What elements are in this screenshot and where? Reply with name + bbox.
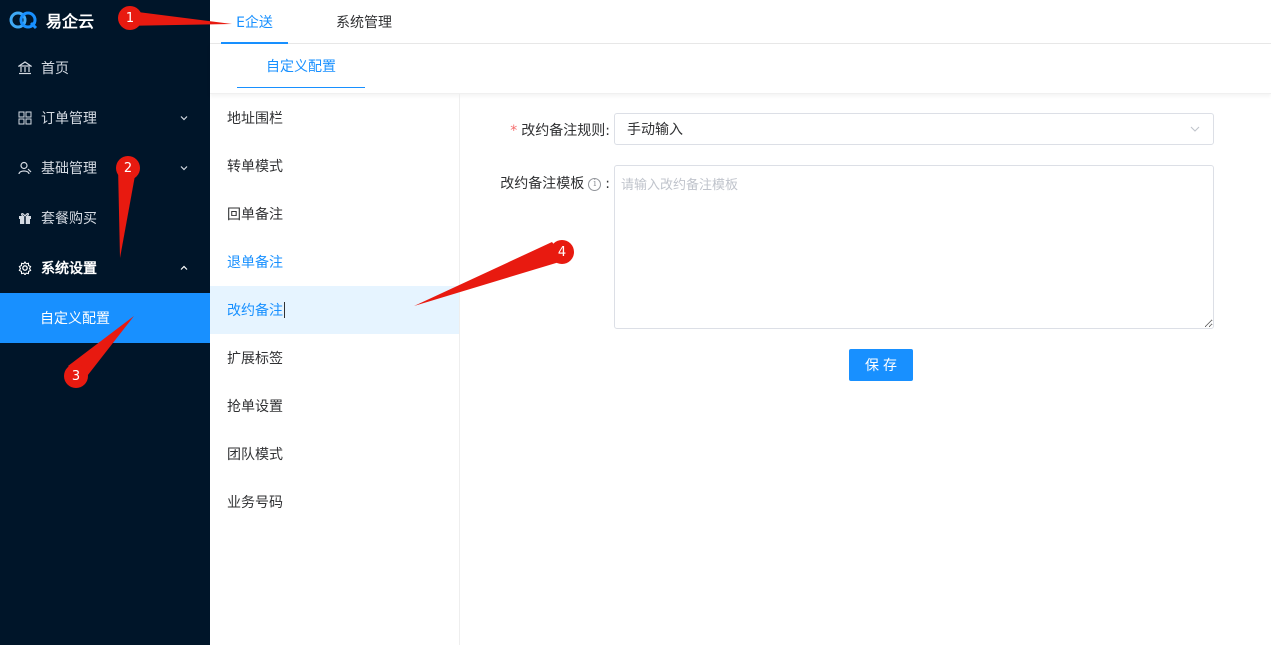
annotation-badge-4: 4 [550,240,574,264]
bank-icon [18,61,32,75]
sidebar-item-label: 订单管理 [41,111,97,127]
sidebar-item-label: 基础管理 [41,161,97,177]
rule-label: * 改约备注规则: [470,120,610,140]
text-cursor [284,302,285,318]
sidebar-item-orders[interactable]: 订单管理 [0,93,210,143]
settings-item-team-mode[interactable]: 团队模式 [210,430,459,478]
template-label-colon: : [605,176,610,192]
sidebar: 易企云 首页 订单管理 基础管理 套餐购买 系统设置 自定义配置 [0,0,210,645]
select-value: 手动输入 [627,122,683,138]
settings-item-grab-order[interactable]: 抢单设置 [210,382,459,430]
gear-icon [18,261,32,275]
template-label: 改约备注模板 i: [460,173,610,193]
chevron-down-icon [178,162,190,174]
app-name: 易企云 [46,12,95,31]
gift-icon [18,211,32,225]
settings-item-return-note[interactable]: 回单备注 [210,190,459,238]
settings-item-label: 改约备注 [227,303,283,319]
logo[interactable]: 易企云 [0,0,210,40]
settings-item-label: 团队模式 [227,447,283,463]
settings-item-cancel-note[interactable]: 退单备注 [210,238,459,286]
settings-item-address-fence[interactable]: 地址围栏 [210,94,459,142]
settings-item-label: 扩展标签 [227,351,283,367]
info-icon[interactable]: i [588,177,602,191]
settings-item-label: 转单模式 [227,159,283,175]
settings-item-label: 业务号码 [227,495,283,511]
tab-system-management[interactable]: 系统管理 [320,0,408,44]
sidebar-item-basic[interactable]: 基础管理 [0,143,210,193]
tab-custom-config[interactable]: 自定义配置 [237,44,365,88]
settings-item-business-number[interactable]: 业务号码 [210,478,459,526]
settings-item-extended-tags[interactable]: 扩展标签 [210,334,459,382]
sidebar-item-packages[interactable]: 套餐购买 [0,193,210,243]
settings-list: 地址围栏 转单模式 回单备注 退单备注 改约备注 扩展标签 抢单设置 团队模式 … [210,94,460,645]
required-asterisk: * [510,123,518,139]
settings-item-transfer-mode[interactable]: 转单模式 [210,142,459,190]
tab-e-qisong[interactable]: E企送 [221,0,288,44]
sidebar-subitem-label: 自定义配置 [40,311,110,327]
template-label-text: 改约备注模板 [500,176,585,192]
sidebar-item-system-settings[interactable]: 系统设置 [0,243,210,293]
settings-item-label: 退单备注 [227,255,283,271]
reschedule-rule-select[interactable]: 手动输入 [614,113,1214,145]
settings-item-label: 抢单设置 [227,399,283,415]
sidebar-item-home[interactable]: 首页 [0,43,210,93]
grid-icon [18,111,32,125]
reschedule-template-textarea[interactable] [614,165,1214,329]
chevron-down-icon [1189,123,1201,135]
sidebar-item-label: 套餐购买 [41,211,97,227]
settings-item-label: 回单备注 [227,207,283,223]
chevron-down-icon [178,112,190,124]
user-icon [18,161,32,175]
chevron-up-icon [178,262,190,274]
tab-label: E企送 [236,15,273,31]
tab-label: 自定义配置 [266,59,336,75]
tab-label: 系统管理 [336,15,392,31]
save-button[interactable]: 保存 [849,349,913,381]
rule-label-text: 改约备注规则: [521,123,610,139]
sidebar-item-label: 系统设置 [41,261,97,277]
top-nav: E企送 系统管理 [210,0,1271,44]
sub-nav: 自定义配置 [210,44,1271,94]
sidebar-subitem-custom-config[interactable]: 自定义配置 [0,293,210,343]
settings-item-reschedule-note[interactable]: 改约备注 [210,286,459,334]
sidebar-item-label: 首页 [41,61,69,77]
logo-icon [8,9,38,31]
settings-item-label: 地址围栏 [227,111,283,127]
